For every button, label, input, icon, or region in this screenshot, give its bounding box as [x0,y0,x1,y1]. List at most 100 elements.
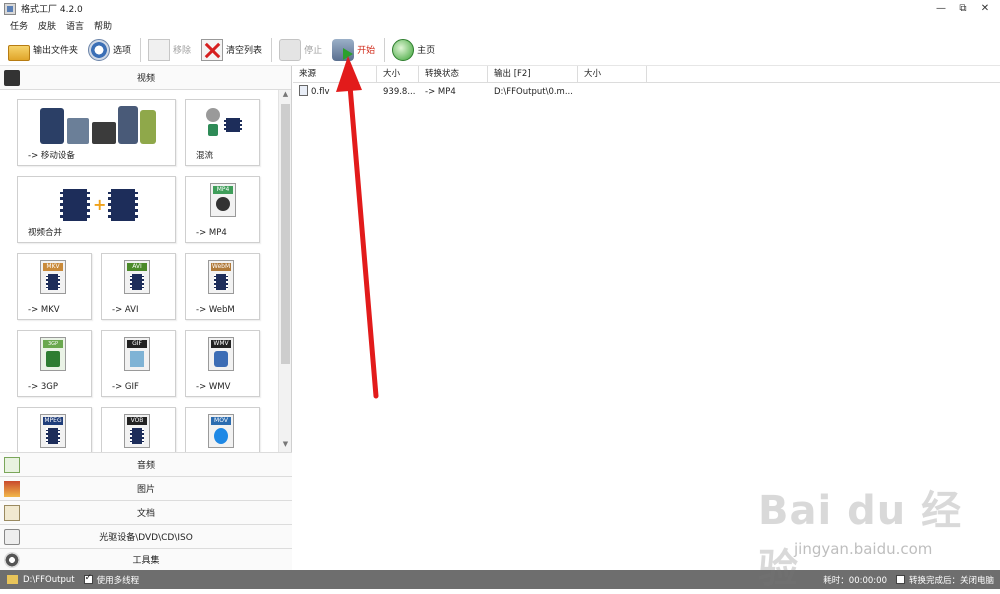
tile-label: 混流 [196,151,214,161]
film-strip-icon [214,274,228,290]
video-category-header[interactable]: 视频 [0,66,291,90]
output-path[interactable]: D:\FFOutput [23,575,75,585]
toolbar-separator [140,37,142,62]
tile-label: -> MKV [28,305,60,315]
tile-mkv[interactable]: MKV -> MKV [17,253,92,320]
table-row[interactable]: 0.flv 939.8... -> MP4 D:\FFOutput\0.m... [293,83,1000,101]
baidu-watermark: Bai du 经验 jingyan.baidu.com [758,478,988,592]
stop-icon [279,38,302,61]
toolbar-separator [271,37,273,62]
multithread-checkbox[interactable] [83,573,93,584]
tile-label: 视频合并 [28,228,63,238]
options-button[interactable]: 选项 [86,36,133,64]
restore-button[interactable]: ⧉ [952,0,974,17]
tile-label: -> MP4 [196,228,227,238]
category-toolbox[interactable]: 工具集 [0,548,292,570]
category-picture-label: 图片 [136,485,155,495]
watermark-url: jingyan.baidu.com [794,540,933,558]
column-source[interactable]: 来源 [293,66,377,83]
vob-file-icon: VOB [124,414,150,448]
tiles-scrollbar[interactable]: ▲ ▼ [278,90,291,452]
app-icon [4,2,16,15]
menu-task[interactable]: 任务 [10,19,28,32]
start-label: 开始 [357,46,376,56]
tile-label: -> WMV [196,382,231,392]
video-tools-grid: -> 移动设备 混流 + 视频合并 MP4 -> MP4 MKV -> MKV … [0,90,278,452]
tile-wmv[interactable]: WMV -> WMV [185,330,260,397]
column-output[interactable]: 输出 [F2] [488,66,578,83]
film-strip-icon [46,428,60,444]
category-document[interactable]: 文档 [0,500,292,524]
scroll-up-arrow-icon[interactable]: ▲ [279,90,292,102]
mov-tag: MOV [211,417,231,425]
tile-label: -> AVI [112,305,139,315]
tile-mux[interactable]: 混流 [185,99,260,166]
window-title: 格式工厂 4.2.0 [21,5,83,15]
category-audio[interactable]: 音频 [0,452,292,476]
mp4-tag: MP4 [213,186,233,194]
tile-mp4[interactable]: MP4 -> MP4 [185,176,260,243]
menu-skin[interactable]: 皮肤 [38,19,56,32]
stop-button[interactable]: 停止 [277,36,324,64]
category-audio-label: 音频 [136,461,155,471]
close-button[interactable]: ✕ [974,0,996,17]
scroll-thumb[interactable] [281,104,290,364]
category-optical-label: 光驱设备\DVD\CD\ISO [99,533,193,543]
vob-tag: VOB [127,417,147,425]
tile-label: -> 移动设备 [28,151,75,161]
start-button[interactable]: 开始 [330,36,377,64]
mux-icon [206,108,242,138]
webm-tag: WebM [211,263,231,271]
output-folder-button[interactable]: 输出文件夹 [6,36,80,64]
video-merge-icon: + [60,189,138,221]
remove-button[interactable]: 移除 [146,36,193,64]
home-globe-icon [392,38,415,61]
folder-icon [8,44,30,61]
avi-tag: AVI [127,263,147,271]
tile-mov[interactable]: MOV [185,407,260,452]
3gp-file-icon: 3GP [40,337,66,371]
wmv-file-icon: WMV [208,337,234,371]
mkv-file-icon: MKV [40,260,66,294]
tile-mpeg[interactable]: MPEG [17,407,92,452]
column-size[interactable]: 大小 [377,66,419,83]
tile-mobile-devices[interactable]: -> 移动设备 [17,99,176,166]
menu-help[interactable]: 帮助 [94,19,112,32]
folder-icon [7,575,18,584]
tile-label: -> GIF [112,382,139,392]
cell-source: 0.flv [293,83,377,101]
quicktime-icon [214,428,228,444]
home-button[interactable]: 主页 [390,36,437,64]
clear-list-button[interactable]: 清空列表 [199,36,264,64]
tile-3gp[interactable]: 3GP -> 3GP [17,330,92,397]
mkv-tag: MKV [43,263,63,271]
output-folder-label: 输出文件夹 [33,46,79,56]
title-bar: 格式工厂 4.2.0 — ⧉ ✕ [0,0,1000,17]
tile-vob[interactable]: VOB [101,407,176,452]
gif-file-icon: GIF [124,337,150,371]
column-output-size[interactable]: 大小 [578,66,647,83]
start-play-icon [332,38,355,61]
options-gear-icon [88,38,111,61]
tile-gif[interactable]: GIF -> GIF [101,330,176,397]
tile-webm[interactable]: WebM -> WebM [185,253,260,320]
home-label: 主页 [417,46,436,56]
tile-video-merge[interactable]: + 视频合并 [17,176,176,243]
minimize-button[interactable]: — [930,0,952,17]
image-icon [130,351,144,367]
film-strip-icon [130,274,144,290]
remove-label: 移除 [173,46,192,56]
clear-list-label: 清空列表 [226,46,263,56]
webm-file-icon: WebM [208,260,234,294]
column-status[interactable]: 转换状态 [419,66,488,83]
category-document-label: 文档 [136,509,155,519]
category-optical-drive[interactable]: 光驱设备\DVD\CD\ISO [0,524,292,548]
cell-size: 939.8... [383,87,416,97]
cell-output: D:\FFOutput\0.m... [494,87,573,97]
scroll-down-arrow-icon[interactable]: ▼ [279,440,292,452]
category-picture[interactable]: 图片 [0,476,292,500]
toolbar: 输出文件夹 选项 移除 清空列表 停止 开始 主页 [0,34,1000,66]
menu-language[interactable]: 语言 [66,19,84,32]
tile-label: -> 3GP [28,382,59,392]
tile-avi[interactable]: AVI -> AVI [101,253,176,320]
